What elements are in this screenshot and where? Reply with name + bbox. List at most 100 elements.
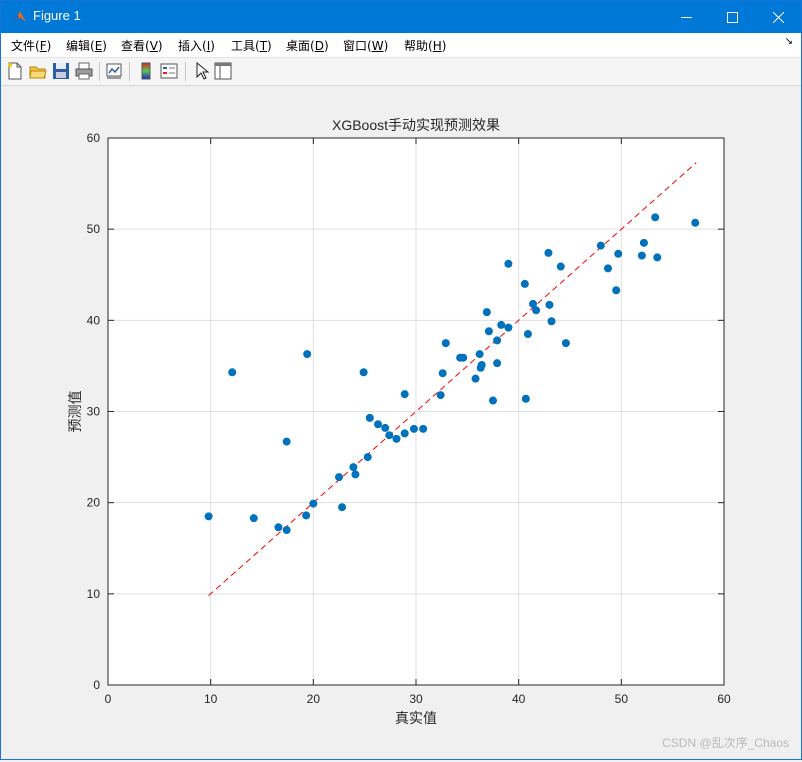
data-point	[392, 434, 401, 443]
x-tick-label: 30	[409, 692, 423, 706]
data-point	[521, 394, 530, 403]
data-point	[381, 423, 390, 432]
save-icon[interactable]	[52, 62, 70, 80]
data-point	[614, 249, 623, 258]
y-tick-label: 50	[87, 222, 101, 236]
watermark: CSDN @乱次序_Chaos	[662, 736, 789, 750]
data-point	[484, 327, 493, 336]
data-point	[419, 424, 428, 433]
menu-tools[interactable]: 工具(T)	[231, 37, 272, 54]
data-point	[653, 253, 662, 262]
figure-window: Figure 1 文件(F) 编辑(E) 查看(V) 插入(I) 工具(T) 桌…	[0, 0, 802, 760]
toolbar-separator	[129, 62, 130, 81]
close-icon	[772, 11, 784, 23]
data-point	[302, 511, 311, 520]
scatter-chart: 0 10 20 30 40 50 60 0 10 20 30 40 50 60 XGBoost手动实现预…	[68, 117, 731, 727]
data-point	[303, 350, 312, 359]
x-tick-label: 10	[204, 692, 218, 706]
data-point	[520, 279, 529, 288]
toolbar-separator	[99, 62, 100, 81]
menu-file[interactable]: 文件(F)	[11, 37, 51, 54]
data-point	[544, 248, 553, 257]
data-point	[204, 512, 213, 521]
maximize-icon	[726, 11, 738, 23]
menu-window[interactable]: 窗口(W)	[343, 37, 388, 54]
toolbar	[1, 58, 801, 86]
data-point	[374, 420, 383, 429]
menu-insert[interactable]: 插入(I)	[178, 37, 215, 54]
data-point	[335, 473, 343, 482]
title-bar[interactable]: Figure 1	[1, 1, 801, 33]
open-file-icon[interactable]	[29, 62, 47, 80]
y-tick-label: 30	[87, 405, 101, 419]
data-point	[282, 437, 291, 446]
new-figure-icon[interactable]	[6, 62, 24, 80]
property-editor-icon[interactable]	[214, 62, 232, 80]
data-point	[363, 453, 372, 462]
y-axis-label: 预测值	[68, 391, 84, 433]
x-tick-label: 20	[307, 692, 321, 706]
data-point	[365, 413, 374, 422]
menu-help[interactable]: 帮助(H)	[404, 37, 446, 54]
print-icon[interactable]	[75, 62, 93, 80]
chart-title: XGBoost手动实现预测效果	[332, 117, 500, 133]
y-tick-label: 0	[93, 678, 100, 692]
close-button[interactable]	[755, 1, 801, 33]
y-tick-label: 40	[87, 313, 101, 327]
legend-icon[interactable]	[160, 62, 178, 80]
menu-overflow-icon[interactable]: ↘	[785, 36, 793, 47]
menu-bar: 文件(F) 编辑(E) 查看(V) 插入(I) 工具(T) 桌面(D) 窗口(W…	[1, 33, 801, 58]
y-tick-label: 60	[87, 131, 101, 145]
data-point	[351, 470, 360, 479]
data-point	[691, 218, 700, 227]
data-point	[532, 306, 541, 315]
link-plot-icon[interactable]	[105, 62, 123, 80]
menu-edit[interactable]: 编辑(E)	[66, 37, 107, 54]
data-point	[497, 320, 506, 329]
menu-desktop[interactable]: 桌面(D)	[286, 37, 329, 54]
data-point	[651, 213, 660, 222]
colorbar-icon[interactable]	[137, 62, 155, 80]
data-point	[637, 251, 646, 260]
data-point	[359, 368, 368, 377]
x-tick-label: 50	[615, 692, 629, 706]
x-tick-label: 40	[512, 692, 526, 706]
x-tick-label: 60	[717, 692, 731, 706]
data-point	[504, 259, 513, 268]
data-point	[441, 339, 450, 348]
data-point	[274, 523, 283, 532]
data-point	[475, 350, 484, 359]
data-point	[493, 359, 502, 368]
data-point	[400, 390, 409, 399]
minimize-icon	[680, 16, 692, 18]
data-point	[436, 391, 445, 400]
toolbar-separator	[185, 62, 186, 81]
data-point	[547, 317, 556, 326]
data-point	[561, 339, 570, 348]
maximize-button[interactable]	[709, 1, 755, 33]
data-point	[603, 264, 612, 273]
data-point	[504, 323, 513, 332]
data-point	[438, 369, 447, 378]
menu-view[interactable]: 查看(V)	[121, 37, 163, 54]
data-point	[249, 514, 258, 523]
y-tick-label: 10	[87, 587, 101, 601]
data-point	[545, 300, 554, 309]
y-tick-label: 20	[87, 496, 101, 510]
x-axis-label: 真实值	[395, 711, 437, 727]
data-point	[282, 526, 291, 535]
x-tick-label: 0	[105, 692, 112, 706]
data-point	[489, 396, 497, 405]
window-title: Figure 1	[33, 8, 81, 23]
data-point	[639, 238, 648, 247]
pointer-icon[interactable]	[192, 62, 210, 80]
data-point	[523, 330, 532, 339]
data-point	[477, 361, 486, 370]
data-point	[228, 368, 237, 377]
minimize-button[interactable]	[663, 1, 709, 33]
data-point	[612, 286, 621, 295]
data-point	[349, 463, 358, 472]
data-point	[459, 353, 468, 362]
data-point	[482, 308, 491, 317]
data-point	[596, 241, 605, 250]
